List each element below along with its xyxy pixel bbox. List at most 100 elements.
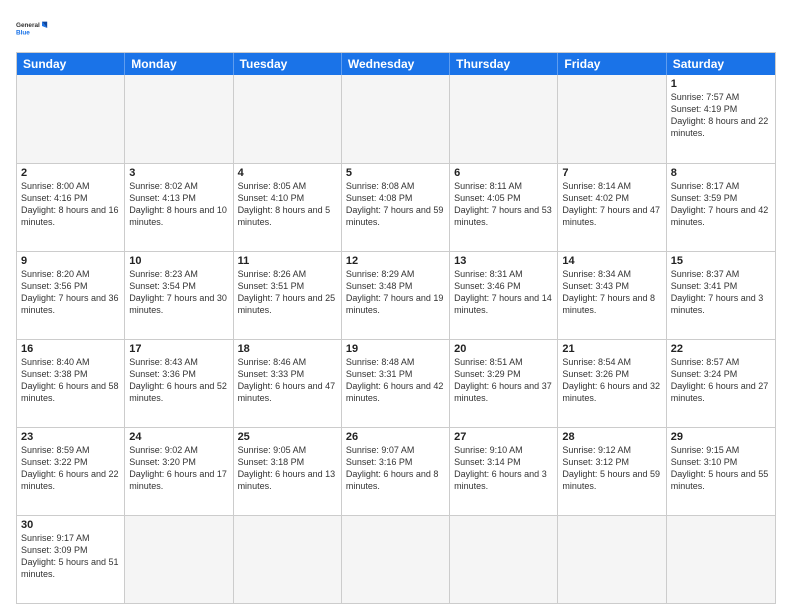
day-info: Sunrise: 8:43 AM Sunset: 3:36 PM Dayligh…: [129, 356, 228, 405]
day-info: Sunrise: 8:20 AM Sunset: 3:56 PM Dayligh…: [21, 268, 120, 317]
day-info: Sunrise: 9:15 AM Sunset: 3:10 PM Dayligh…: [671, 444, 771, 493]
calendar-cell: 24Sunrise: 9:02 AM Sunset: 3:20 PM Dayli…: [125, 428, 233, 515]
calendar-cell: 6Sunrise: 8:11 AM Sunset: 4:05 PM Daylig…: [450, 164, 558, 251]
calendar-cell: 30Sunrise: 9:17 AM Sunset: 3:09 PM Dayli…: [17, 516, 125, 603]
day-number: 25: [238, 431, 337, 443]
calendar-cell: 15Sunrise: 8:37 AM Sunset: 3:41 PM Dayli…: [667, 252, 775, 339]
calendar-cell: [667, 516, 775, 603]
calendar-cell: 29Sunrise: 9:15 AM Sunset: 3:10 PM Dayli…: [667, 428, 775, 515]
calendar-cell: 16Sunrise: 8:40 AM Sunset: 3:38 PM Dayli…: [17, 340, 125, 427]
calendar-cell: 25Sunrise: 9:05 AM Sunset: 3:18 PM Dayli…: [234, 428, 342, 515]
calendar-cell: [234, 516, 342, 603]
day-number: 24: [129, 431, 228, 443]
calendar-cell: 9Sunrise: 8:20 AM Sunset: 3:56 PM Daylig…: [17, 252, 125, 339]
day-number: 1: [671, 78, 771, 90]
day-info: Sunrise: 8:40 AM Sunset: 3:38 PM Dayligh…: [21, 356, 120, 405]
day-number: 8: [671, 167, 771, 179]
calendar-cell: 2Sunrise: 8:00 AM Sunset: 4:16 PM Daylig…: [17, 164, 125, 251]
day-number: 17: [129, 343, 228, 355]
day-number: 10: [129, 255, 228, 267]
day-number: 4: [238, 167, 337, 179]
day-info: Sunrise: 8:51 AM Sunset: 3:29 PM Dayligh…: [454, 356, 553, 405]
calendar-cell: 20Sunrise: 8:51 AM Sunset: 3:29 PM Dayli…: [450, 340, 558, 427]
day-number: 14: [562, 255, 661, 267]
calendar-row-0: 1Sunrise: 7:57 AM Sunset: 4:19 PM Daylig…: [17, 75, 775, 163]
calendar-row-1: 2Sunrise: 8:00 AM Sunset: 4:16 PM Daylig…: [17, 163, 775, 251]
day-info: Sunrise: 8:48 AM Sunset: 3:31 PM Dayligh…: [346, 356, 445, 405]
calendar-cell: 19Sunrise: 8:48 AM Sunset: 3:31 PM Dayli…: [342, 340, 450, 427]
day-info: Sunrise: 9:07 AM Sunset: 3:16 PM Dayligh…: [346, 444, 445, 493]
calendar-cell: 7Sunrise: 8:14 AM Sunset: 4:02 PM Daylig…: [558, 164, 666, 251]
calendar-cell: [125, 75, 233, 163]
day-number: 29: [671, 431, 771, 443]
day-info: Sunrise: 8:00 AM Sunset: 4:16 PM Dayligh…: [21, 180, 120, 229]
calendar-row-2: 9Sunrise: 8:20 AM Sunset: 3:56 PM Daylig…: [17, 251, 775, 339]
day-number: 23: [21, 431, 120, 443]
day-number: 21: [562, 343, 661, 355]
calendar-cell: [558, 75, 666, 163]
day-number: 20: [454, 343, 553, 355]
day-number: 9: [21, 255, 120, 267]
day-info: Sunrise: 8:59 AM Sunset: 3:22 PM Dayligh…: [21, 444, 120, 493]
day-number: 3: [129, 167, 228, 179]
calendar-cell: 23Sunrise: 8:59 AM Sunset: 3:22 PM Dayli…: [17, 428, 125, 515]
calendar-cell: 13Sunrise: 8:31 AM Sunset: 3:46 PM Dayli…: [450, 252, 558, 339]
day-number: 5: [346, 167, 445, 179]
page-header: GeneralBlue: [16, 12, 776, 44]
calendar-cell: 18Sunrise: 8:46 AM Sunset: 3:33 PM Dayli…: [234, 340, 342, 427]
calendar-cell: 11Sunrise: 8:26 AM Sunset: 3:51 PM Dayli…: [234, 252, 342, 339]
header-wednesday: Wednesday: [342, 53, 450, 75]
day-number: 2: [21, 167, 120, 179]
calendar-cell: [558, 516, 666, 603]
day-info: Sunrise: 8:23 AM Sunset: 3:54 PM Dayligh…: [129, 268, 228, 317]
day-number: 22: [671, 343, 771, 355]
calendar-header: SundayMondayTuesdayWednesdayThursdayFrid…: [17, 53, 775, 75]
day-info: Sunrise: 9:05 AM Sunset: 3:18 PM Dayligh…: [238, 444, 337, 493]
day-number: 18: [238, 343, 337, 355]
day-number: 30: [21, 519, 120, 531]
day-number: 11: [238, 255, 337, 267]
day-number: 13: [454, 255, 553, 267]
day-info: Sunrise: 7:57 AM Sunset: 4:19 PM Dayligh…: [671, 91, 771, 140]
calendar-cell: [342, 75, 450, 163]
calendar-cell: 28Sunrise: 9:12 AM Sunset: 3:12 PM Dayli…: [558, 428, 666, 515]
calendar-cell: 26Sunrise: 9:07 AM Sunset: 3:16 PM Dayli…: [342, 428, 450, 515]
day-info: Sunrise: 8:05 AM Sunset: 4:10 PM Dayligh…: [238, 180, 337, 229]
calendar-row-3: 16Sunrise: 8:40 AM Sunset: 3:38 PM Dayli…: [17, 339, 775, 427]
calendar-cell: 8Sunrise: 8:17 AM Sunset: 3:59 PM Daylig…: [667, 164, 775, 251]
calendar-row-4: 23Sunrise: 8:59 AM Sunset: 3:22 PM Dayli…: [17, 427, 775, 515]
logo: GeneralBlue: [16, 12, 48, 44]
day-info: Sunrise: 8:57 AM Sunset: 3:24 PM Dayligh…: [671, 356, 771, 405]
calendar: SundayMondayTuesdayWednesdayThursdayFrid…: [16, 52, 776, 604]
calendar-body: 1Sunrise: 7:57 AM Sunset: 4:19 PM Daylig…: [17, 75, 775, 603]
header-monday: Monday: [125, 53, 233, 75]
day-number: 28: [562, 431, 661, 443]
day-info: Sunrise: 9:12 AM Sunset: 3:12 PM Dayligh…: [562, 444, 661, 493]
calendar-row-5: 30Sunrise: 9:17 AM Sunset: 3:09 PM Dayli…: [17, 515, 775, 603]
calendar-cell: 3Sunrise: 8:02 AM Sunset: 4:13 PM Daylig…: [125, 164, 233, 251]
svg-text:Blue: Blue: [16, 29, 30, 36]
calendar-cell: 22Sunrise: 8:57 AM Sunset: 3:24 PM Dayli…: [667, 340, 775, 427]
calendar-cell: 10Sunrise: 8:23 AM Sunset: 3:54 PM Dayli…: [125, 252, 233, 339]
day-number: 16: [21, 343, 120, 355]
calendar-cell: 27Sunrise: 9:10 AM Sunset: 3:14 PM Dayli…: [450, 428, 558, 515]
day-number: 19: [346, 343, 445, 355]
calendar-cell: 5Sunrise: 8:08 AM Sunset: 4:08 PM Daylig…: [342, 164, 450, 251]
day-info: Sunrise: 8:26 AM Sunset: 3:51 PM Dayligh…: [238, 268, 337, 317]
svg-text:General: General: [16, 22, 40, 29]
calendar-cell: [125, 516, 233, 603]
calendar-cell: 1Sunrise: 7:57 AM Sunset: 4:19 PM Daylig…: [667, 75, 775, 163]
day-info: Sunrise: 8:54 AM Sunset: 3:26 PM Dayligh…: [562, 356, 661, 405]
day-info: Sunrise: 8:02 AM Sunset: 4:13 PM Dayligh…: [129, 180, 228, 229]
day-info: Sunrise: 9:17 AM Sunset: 3:09 PM Dayligh…: [21, 532, 120, 581]
logo-icon: GeneralBlue: [16, 12, 48, 44]
header-thursday: Thursday: [450, 53, 558, 75]
day-number: 7: [562, 167, 661, 179]
day-info: Sunrise: 8:34 AM Sunset: 3:43 PM Dayligh…: [562, 268, 661, 317]
calendar-cell: [450, 516, 558, 603]
calendar-cell: [234, 75, 342, 163]
calendar-cell: 21Sunrise: 8:54 AM Sunset: 3:26 PM Dayli…: [558, 340, 666, 427]
header-friday: Friday: [558, 53, 666, 75]
header-saturday: Saturday: [667, 53, 775, 75]
day-number: 12: [346, 255, 445, 267]
